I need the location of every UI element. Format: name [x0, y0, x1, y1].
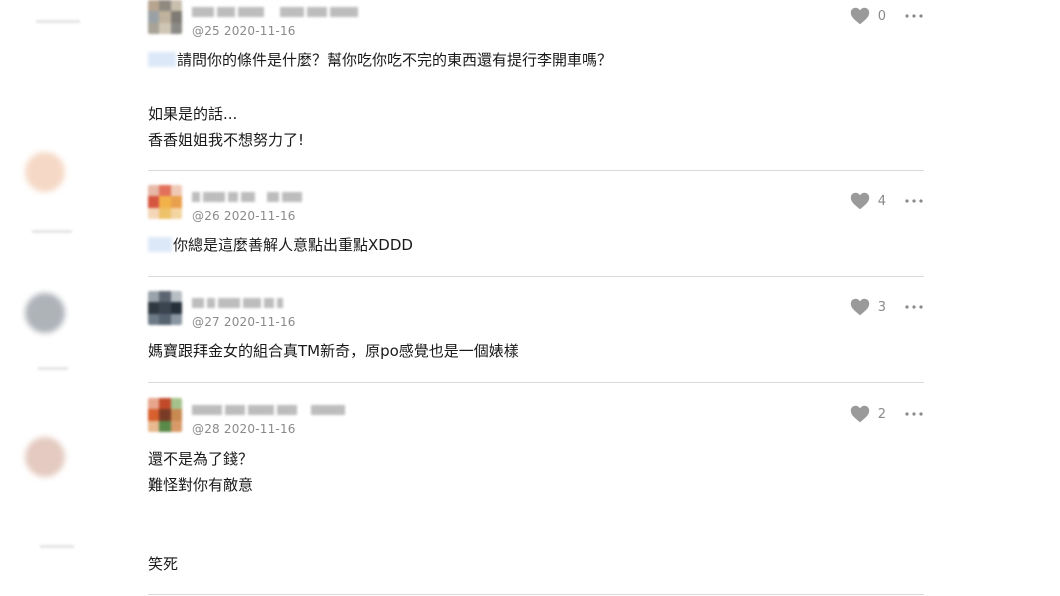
comment-item: @28 2020-11-16 2 還不是為了錢？ 難怪對你有敵意 笑死: [148, 398, 924, 595]
comment-text: 難怪對你有敵意: [148, 474, 253, 496]
comment-actions: 0: [850, 6, 924, 26]
rail-divider: [36, 20, 80, 23]
like-count: 0: [877, 8, 886, 24]
mention-tag[interactable]: [148, 52, 176, 67]
more-options-icon[interactable]: [904, 13, 924, 19]
comment-meta: @26 2020-11-16: [192, 209, 296, 223]
more-options-icon[interactable]: [904, 411, 924, 417]
like-button[interactable]: 0: [850, 7, 886, 25]
rail-divider: [38, 367, 68, 370]
like-button[interactable]: 3: [850, 298, 886, 316]
floor-number: @26: [192, 209, 220, 223]
avatar[interactable]: [148, 398, 182, 432]
comment-line: 你總是這麼善解人意點出重點XDDD: [173, 236, 413, 254]
rail-avatar: [25, 437, 65, 477]
like-button[interactable]: 2: [850, 405, 886, 423]
comment-line: 難怪對你有敵意: [148, 476, 254, 494]
like-count: 3: [877, 299, 886, 315]
comment-text: 如果是的話...: [148, 103, 237, 125]
comment-text: 笑死: [148, 553, 178, 575]
username[interactable]: [192, 403, 345, 417]
comment-text: 請問你的條件是什麼？幫你吃你吃不完的東西還有提行李開車嗎？: [148, 49, 612, 71]
comment-line: 笑死: [148, 555, 179, 573]
comment-line: 媽寶跟拜金女的組合真TM新奇，原po感覺也是一個婊樣: [148, 342, 519, 360]
rail-divider: [32, 230, 72, 233]
more-options-icon[interactable]: [904, 198, 924, 204]
rail-divider: [40, 545, 74, 548]
comment-date: 2020-11-16: [223, 24, 296, 38]
comment-actions: 3: [850, 297, 924, 317]
rail-avatar: [25, 152, 65, 192]
comment-line: 還不是為了錢？: [148, 450, 254, 468]
avatar[interactable]: [148, 185, 182, 219]
comment-text: 香香姐姐我不想努力了!: [148, 129, 304, 151]
heart-icon: [850, 192, 869, 210]
username[interactable]: [192, 5, 358, 19]
rail-avatar: [25, 293, 65, 333]
comment-actions: 2: [850, 404, 924, 424]
like-count: 4: [877, 193, 886, 209]
comment-date: 2020-11-16: [223, 209, 296, 223]
comment-item: @27 2020-11-16 3 媽寶跟拜金女的組合真TM新奇，原po感覺也是一…: [148, 291, 924, 383]
comment-text: 你總是這麼善解人意點出重點XDDD: [148, 234, 413, 256]
avatar[interactable]: [148, 291, 182, 325]
heart-icon: [850, 298, 869, 316]
like-button[interactable]: 4: [850, 192, 886, 210]
comment-meta: @27 2020-11-16: [192, 315, 296, 329]
username[interactable]: [192, 296, 283, 310]
heart-icon: [850, 405, 869, 423]
comment-meta: @25 2020-11-16: [192, 24, 296, 38]
comment-meta: @28 2020-11-16: [192, 422, 296, 436]
comment-actions: 4: [850, 191, 924, 211]
heart-icon: [850, 7, 869, 25]
comment-text: 媽寶跟拜金女的組合真TM新奇，原po感覺也是一個婊樣: [148, 340, 519, 362]
comment-line: 香香姐姐我不想努力了!: [148, 131, 305, 149]
mention-tag[interactable]: [148, 237, 172, 252]
avatar[interactable]: [148, 0, 182, 34]
more-options-icon[interactable]: [904, 304, 924, 310]
comment-date: 2020-11-16: [223, 315, 296, 329]
floor-number: @28: [192, 422, 220, 436]
floor-number: @25: [192, 24, 220, 38]
comment-line: 請問你的條件是什麼？幫你吃你吃不完的東西還有提行李開車嗎？: [177, 51, 613, 69]
comment-text: 還不是為了錢？: [148, 448, 253, 470]
left-rail: [0, 0, 140, 596]
comment-line: 如果是的話...: [148, 105, 238, 123]
username[interactable]: [192, 190, 302, 204]
comment-item: @25 2020-11-16 0 請問你的條件是什麼？幫你吃你吃不完的東西還有提…: [148, 0, 924, 171]
like-count: 2: [877, 406, 886, 422]
comment-item: @26 2020-11-16 4 你總是這麼善解人意點出重點XDDD: [148, 185, 924, 277]
comment-date: 2020-11-16: [223, 422, 296, 436]
floor-number: @27: [192, 315, 220, 329]
